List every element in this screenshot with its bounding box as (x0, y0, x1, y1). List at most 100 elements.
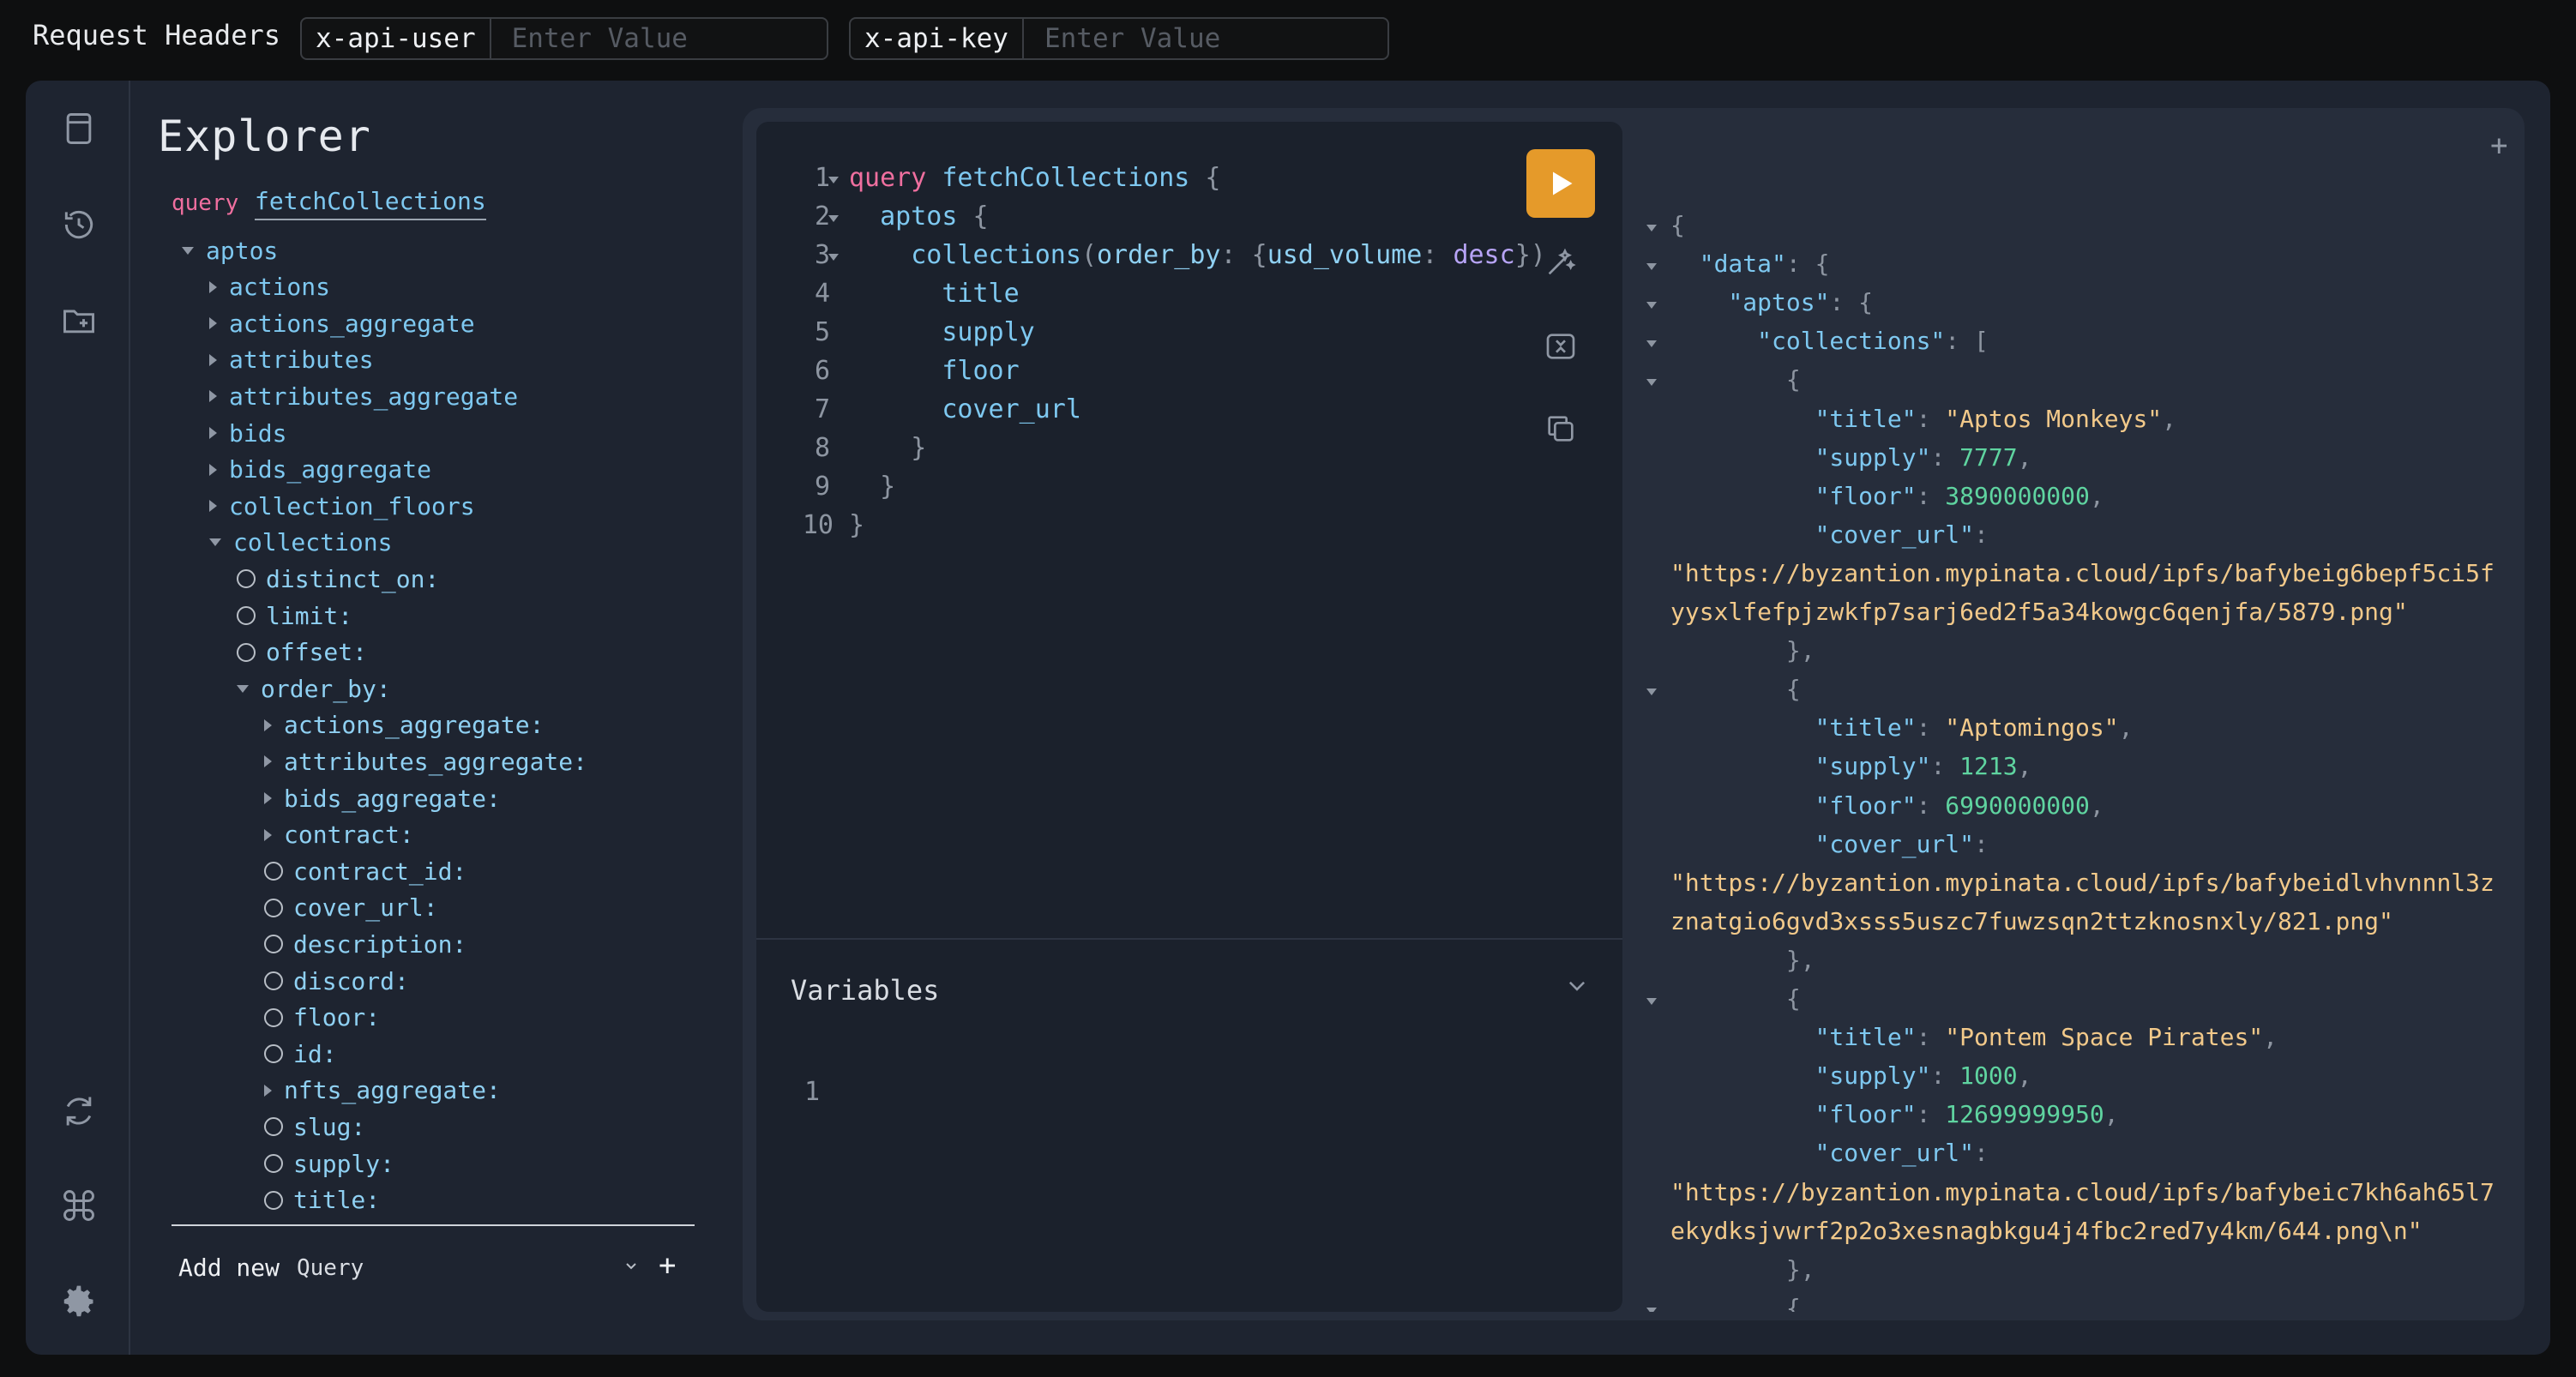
header-value-input[interactable]: Enter Value (491, 23, 708, 54)
tree-item-slug[interactable]: slug: (264, 1109, 365, 1144)
operation-name-input[interactable]: fetchCollections (255, 187, 486, 220)
radio-icon[interactable] (264, 1044, 283, 1064)
fold-caret-icon[interactable] (828, 254, 839, 261)
tree-item-floor[interactable]: floor: (264, 1001, 380, 1035)
tree-item-label: slug: (293, 1112, 366, 1141)
caret-right-icon[interactable] (209, 317, 217, 330)
caret-right-icon[interactable] (264, 719, 272, 731)
query-editor[interactable]: 1 2 3 4 5 6 7 8 9 10 query fetchCollections { apt… (756, 122, 1622, 1312)
tree-item-limit[interactable]: limit: (237, 598, 352, 633)
tree-item-collections[interactable]: collections (209, 526, 392, 560)
line-number: 7 (814, 394, 830, 424)
fold-caret-icon[interactable] (1646, 302, 1657, 310)
tree-item-title[interactable]: title: (264, 1183, 380, 1218)
caret-right-icon[interactable] (209, 390, 217, 403)
tree-item-order-by[interactable]: order_by: (237, 671, 391, 706)
tree-item-supply[interactable]: supply: (264, 1146, 394, 1181)
caret-right-icon[interactable] (209, 427, 217, 439)
add-operation-button[interactable]: + (659, 1248, 676, 1283)
operation-type-select[interactable]: Query (297, 1255, 364, 1281)
caret-right-icon[interactable] (264, 828, 272, 841)
fold-caret-icon[interactable] (1646, 340, 1657, 348)
caret-right-icon[interactable] (264, 792, 272, 804)
caret-down-icon[interactable] (182, 246, 194, 255)
radio-icon[interactable] (237, 606, 256, 625)
tree-item-attributes[interactable]: attributes (209, 343, 374, 377)
tree-item-aptos[interactable]: aptos (182, 233, 278, 268)
result-line: "https://byzantion.mypinata.cloud/ipfs/b… (1670, 558, 2495, 587)
fold-caret-icon[interactable] (1646, 998, 1657, 1005)
command-icon[interactable] (60, 1187, 98, 1224)
tree-item-actions[interactable]: actions (209, 270, 330, 304)
radio-icon[interactable] (237, 569, 256, 589)
header-field-api-user[interactable]: x-api-user Enter Value (300, 17, 828, 60)
tree-item-description[interactable]: description: (264, 927, 466, 961)
fold-caret-icon[interactable] (1646, 379, 1657, 387)
tree-item-label: collection_floors (229, 491, 475, 520)
fold-caret-icon[interactable] (1646, 225, 1657, 232)
tree-item-attributes-aggregate[interactable]: attributes_aggregate (209, 379, 518, 413)
result-line: "data": { (1670, 250, 1830, 279)
radio-icon[interactable] (264, 862, 283, 881)
header-field-api-key[interactable]: x-api-key Enter Value (849, 17, 1389, 60)
fold-caret-icon[interactable] (1646, 688, 1657, 696)
tree-item-actions-aggregate[interactable]: actions_aggregate: (264, 708, 544, 743)
variables-divider (756, 938, 1622, 940)
radio-icon[interactable] (264, 1190, 283, 1210)
refresh-icon[interactable] (60, 1092, 98, 1130)
tree-item-id[interactable]: id: (264, 1037, 337, 1071)
tree-item-bids-aggregate[interactable]: bids_aggregate: (264, 781, 501, 815)
explorer-divider (172, 1224, 695, 1226)
caret-right-icon[interactable] (209, 500, 217, 513)
caret-right-icon[interactable] (209, 353, 217, 366)
prettify-icon[interactable] (1544, 245, 1578, 280)
radio-icon[interactable] (264, 935, 283, 954)
tree-item-discord[interactable]: discord: (264, 964, 409, 998)
caret-down-icon[interactable] (209, 538, 221, 547)
document-icon[interactable] (60, 110, 98, 147)
history-icon[interactable] (60, 206, 98, 244)
tree-item-contract-id[interactable]: contract_id: (264, 854, 466, 888)
copy-icon[interactable] (1544, 412, 1578, 446)
tree-item-distinct-on[interactable]: distinct_on: (237, 562, 439, 596)
tree-item-label: order_by: (261, 674, 391, 703)
radio-icon[interactable] (264, 898, 283, 917)
fold-caret-icon[interactable] (828, 215, 839, 222)
add-new-label: Add new (178, 1254, 280, 1282)
radio-icon[interactable] (264, 1007, 283, 1027)
tree-item-contract[interactable]: contract: (264, 818, 414, 852)
tree-item-nfts-aggregate[interactable]: nfts_aggregate: (264, 1073, 501, 1108)
caret-right-icon[interactable] (209, 280, 217, 293)
tree-item-label: aptos (206, 236, 279, 265)
tree-item-offset[interactable]: offset: (237, 635, 367, 670)
header-value-input[interactable]: Enter Value (1024, 23, 1241, 54)
radio-icon[interactable] (264, 1117, 283, 1137)
variables-tab[interactable]: Variables (791, 974, 939, 1007)
fold-caret-icon[interactable] (1646, 263, 1657, 271)
caret-right-icon[interactable] (264, 755, 272, 768)
fold-caret-icon[interactable] (828, 177, 839, 183)
tree-item-actions-aggregate[interactable]: actions_aggregate (209, 306, 475, 340)
folder-add-icon[interactable] (60, 302, 98, 340)
radio-icon[interactable] (264, 971, 283, 990)
result-viewer[interactable]: { "data": { "aptos": { "collections": [ … (1646, 206, 2521, 1312)
tree-item-attributes-aggregate[interactable]: attributes_aggregate: (264, 744, 587, 779)
caret-down-icon[interactable] (237, 684, 249, 693)
fold-caret-icon[interactable] (1646, 1307, 1657, 1312)
request-headers-title: Request Headers (33, 19, 280, 51)
add-tab-button[interactable]: + (2490, 129, 2507, 163)
caret-right-icon[interactable] (264, 1084, 272, 1097)
gear-icon[interactable] (60, 1283, 98, 1320)
tree-item-bids-aggregate[interactable]: bids_aggregate (209, 453, 431, 487)
run-query-button[interactable] (1526, 149, 1595, 218)
radio-icon[interactable] (264, 1154, 283, 1173)
caret-right-icon[interactable] (209, 463, 217, 476)
result-line: }, (1670, 945, 1815, 974)
radio-icon[interactable] (237, 642, 256, 662)
chevron-down-icon[interactable] (1566, 974, 1588, 996)
chevron-down-icon[interactable] (624, 1259, 638, 1272)
tree-item-cover-url[interactable]: cover_url: (264, 891, 438, 925)
merge-fragments-icon[interactable] (1544, 329, 1578, 364)
tree-item-collection-floors[interactable]: collection_floors (209, 489, 475, 523)
tree-item-bids[interactable]: bids (209, 416, 286, 450)
